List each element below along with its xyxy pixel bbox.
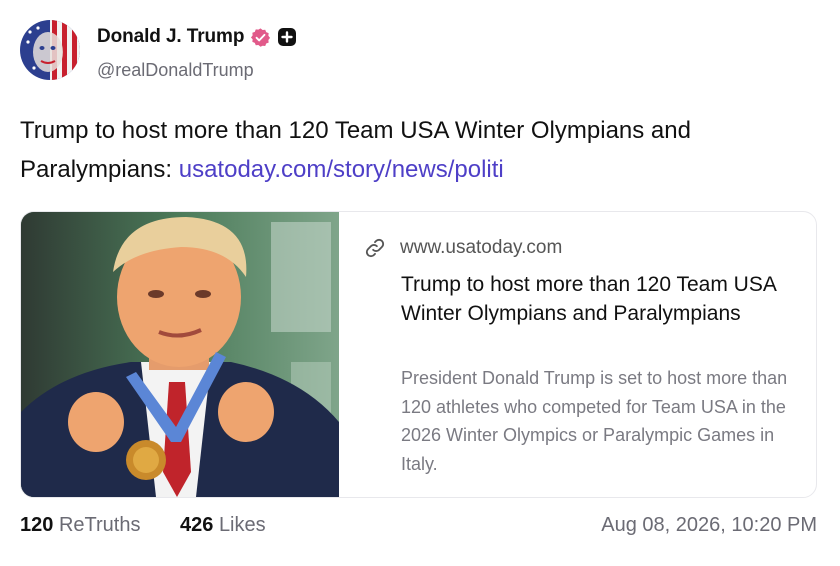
card-description: President Donald Trump is set to host mo… bbox=[401, 368, 788, 474]
card-title[interactable]: Trump to host more than 120 Team USA Win… bbox=[401, 270, 801, 328]
retruths-stat[interactable]: 120 ReTruths bbox=[20, 514, 140, 537]
likes-stat[interactable]: 426 Likes bbox=[180, 514, 266, 537]
post-text: Trump to host more than 120 Team USA Win… bbox=[20, 111, 820, 189]
handle[interactable]: @realDonaldTrump bbox=[97, 60, 254, 81]
likes-label: Likes bbox=[218, 514, 266, 536]
post-footer: 120 ReTruths 426 Likes Aug 08, 2026, 10:… bbox=[20, 514, 817, 542]
post: Donald J. Trump @realDonaldTrump Trump t… bbox=[0, 0, 840, 566]
post-link[interactable]: usatoday.com/story/news/politi bbox=[179, 156, 504, 183]
timestamp[interactable]: Aug 08, 2026, 10:20 PM bbox=[601, 514, 817, 537]
link-preview-card[interactable]: www.usatoday.com Trump to host more than… bbox=[20, 211, 817, 498]
plus-square-icon[interactable] bbox=[277, 27, 297, 47]
verified-badge-icon bbox=[250, 27, 271, 48]
avatar[interactable] bbox=[20, 20, 80, 80]
card-photo bbox=[21, 212, 339, 497]
likes-count: 426 bbox=[180, 514, 214, 536]
card-domain: www.usatoday.com bbox=[400, 237, 563, 258]
card-domain-row: www.usatoday.com bbox=[364, 237, 562, 259]
card-image[interactable] bbox=[21, 212, 339, 497]
display-name[interactable]: Donald J. Trump bbox=[97, 26, 244, 48]
name-row: Donald J. Trump bbox=[97, 26, 297, 48]
avatar-flag-face-icon bbox=[20, 20, 80, 80]
retruths-count: 120 bbox=[20, 514, 54, 536]
retruths-label: ReTruths bbox=[58, 514, 141, 536]
link-icon bbox=[364, 237, 386, 259]
